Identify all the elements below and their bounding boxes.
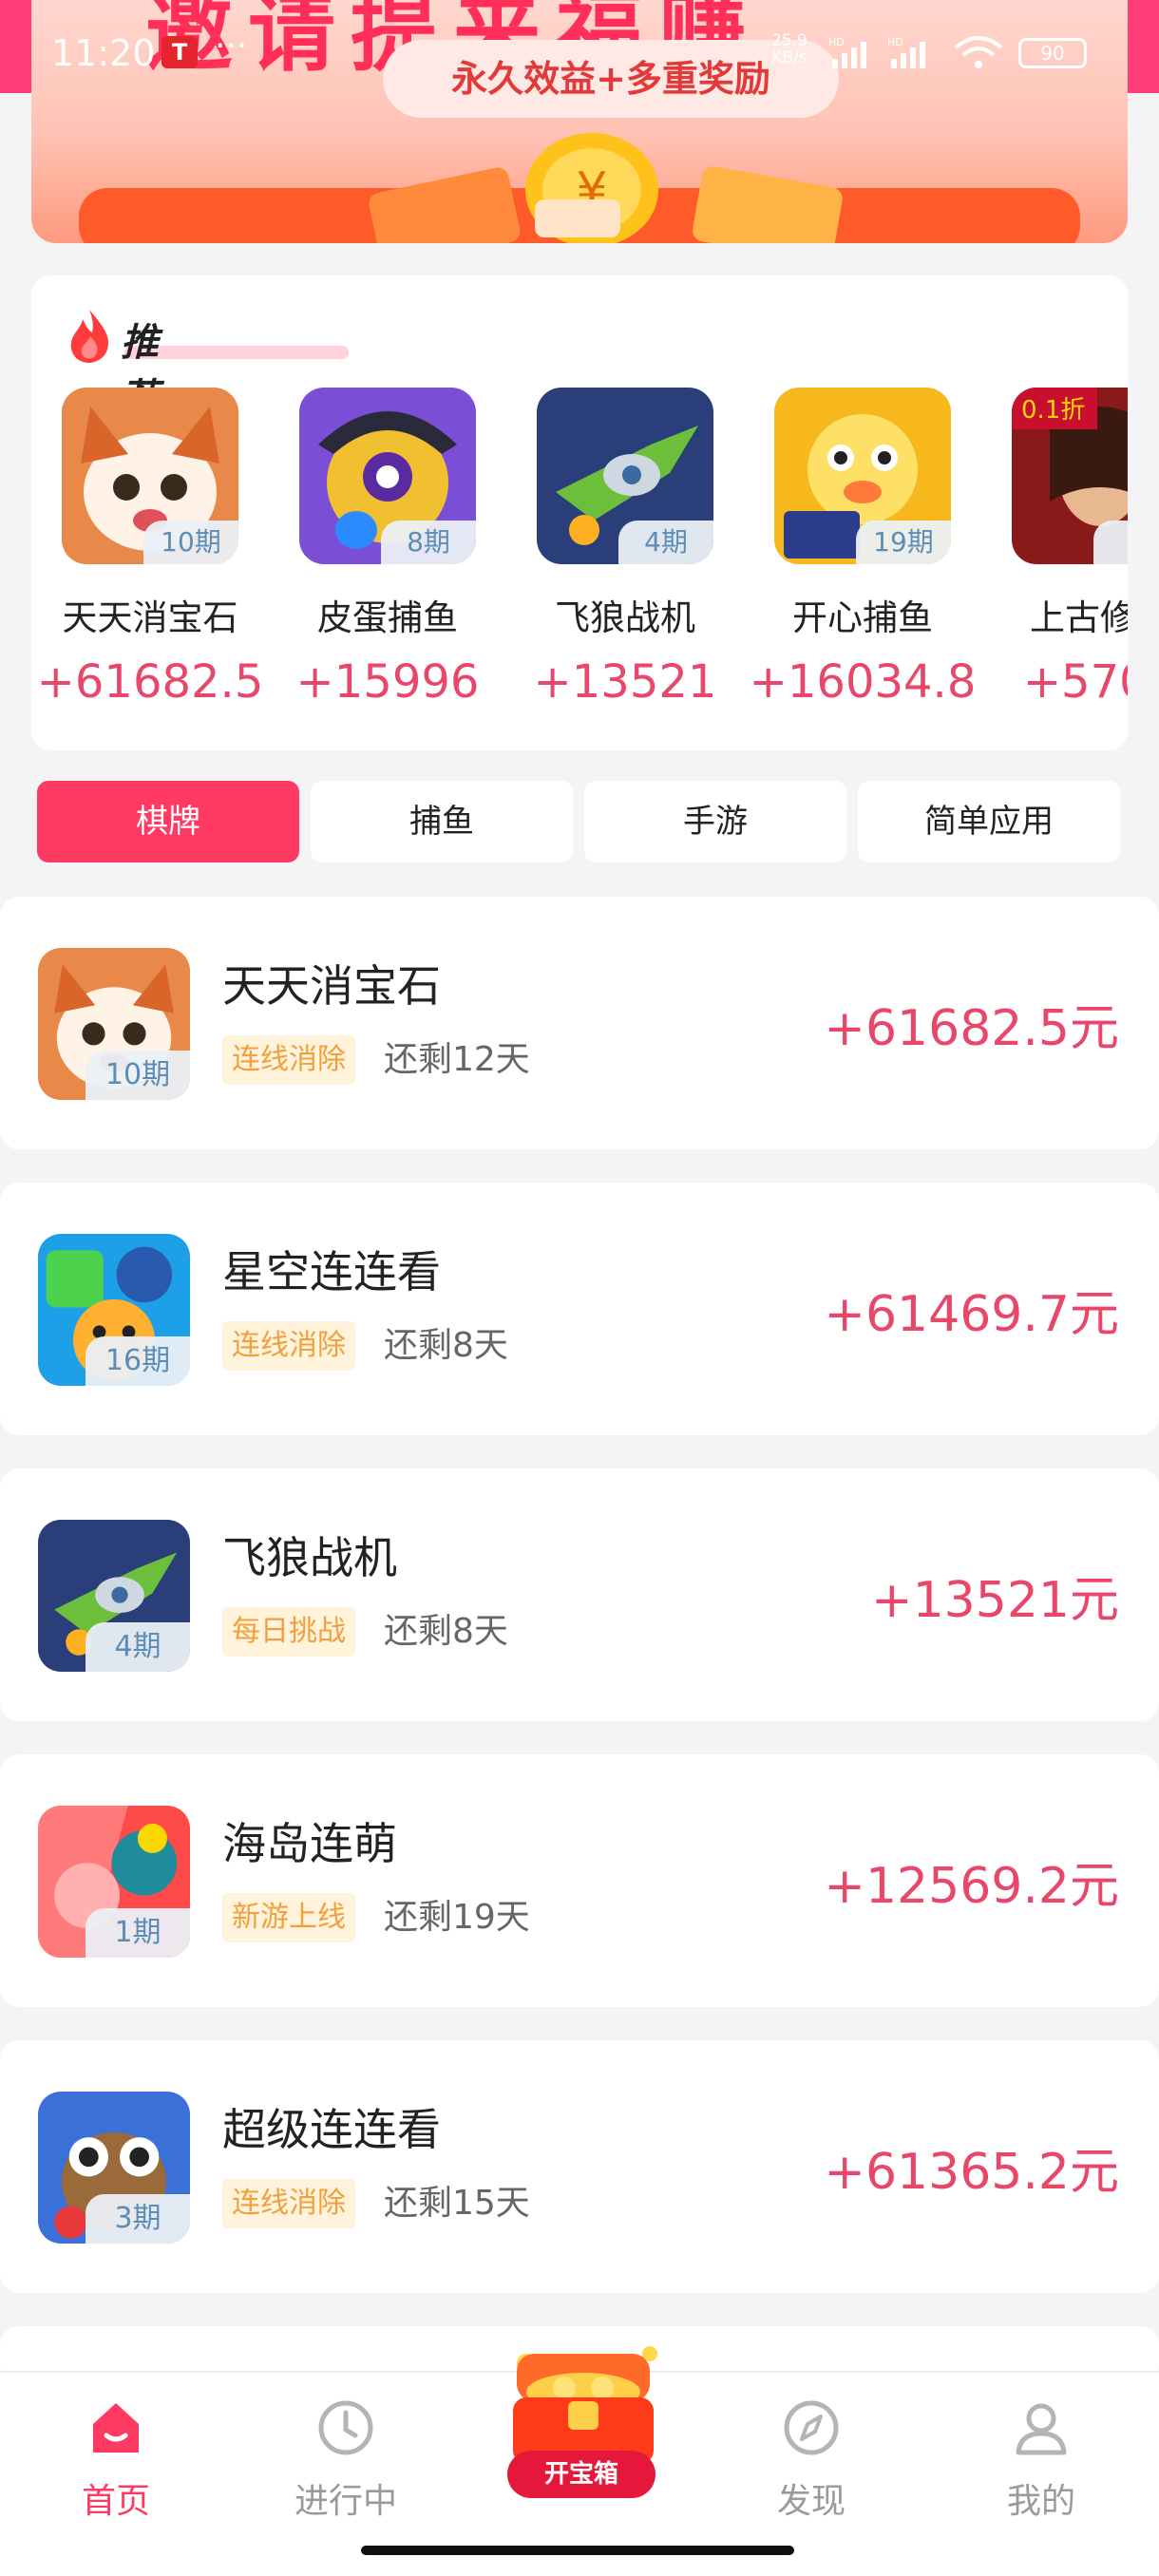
list-remaining: 还剩8天	[384, 1612, 508, 1651]
fox-game-icon: 10期	[62, 388, 238, 564]
rec-name: 天天消宝石	[62, 597, 238, 638]
rec-item[interactable]: 0.1折 9 上古修仙 +5708	[981, 388, 1128, 729]
list-tag: 连线消除	[222, 2179, 355, 2228]
nav-mine-label: 我的	[1006, 2482, 1075, 2521]
fighter-jet-icon: 4期	[537, 388, 713, 564]
open-chest-button[interactable]: 开宝箱	[507, 2451, 656, 2498]
list-period: 16期	[86, 1336, 190, 1386]
list-period: 10期	[86, 1051, 190, 1100]
list-tag: 每日挑战	[222, 1607, 355, 1657]
nav-home-label: 首页	[81, 2482, 150, 2521]
tab-chess-cards[interactable]: 棋牌	[37, 781, 299, 862]
fighter-jet-icon: 4期	[38, 1520, 190, 1672]
task-list-item[interactable]: 1期 海岛连萌 新游上线 还剩19天 +12569.2元	[0, 1754, 1159, 2007]
tab-simple-apps[interactable]: 简单应用	[858, 781, 1120, 862]
svg-text:0.1折: 0.1折	[1021, 396, 1085, 425]
rec-name: 开心捕鱼	[792, 597, 933, 638]
nav-ongoing-label: 进行中	[294, 2482, 397, 2521]
rec-item[interactable]: 4期 飞狼战机 +13521	[506, 388, 725, 729]
compass-icon	[784, 2400, 839, 2455]
nav-ongoing[interactable]: 进行中	[251, 2397, 441, 2530]
list-period: 1期	[86, 1908, 190, 1958]
rec-period: 10期	[143, 521, 238, 564]
xianxia-icon: 0.1折 9	[1012, 388, 1128, 564]
rec-item[interactable]: 10期 天天消宝石 +61682.5	[31, 388, 263, 729]
list-tag: 连线消除	[222, 1035, 355, 1085]
fox-game-icon: 10期	[38, 948, 190, 1100]
rec-amount: +61682.5	[36, 655, 264, 709]
svg-text:HD: HD	[887, 36, 903, 48]
rec-name: 皮蛋捕鱼	[317, 597, 458, 638]
pirate-fish-icon: 8期	[299, 388, 476, 564]
task-list-item[interactable]: 16期 星空连连看 连线消除 还剩8天 +61469.7元	[0, 1183, 1159, 1435]
red-envelope-coins-icon: ¥	[369, 133, 843, 243]
list-tag: 新游上线	[222, 1893, 355, 1942]
task-list-item[interactable]: 10期 天天消宝石 连线消除 还剩12天 +61682.5元	[0, 897, 1159, 1149]
puffer-fish-icon: 19期	[774, 388, 951, 564]
home-icon	[93, 2403, 139, 2453]
list-amount: +61365.2元	[824, 2144, 1119, 2201]
task-list-item[interactable]: 3期 超级连连看 连线消除 还剩15天 +61365.2元	[0, 2040, 1159, 2293]
animal-match-icon: 16期	[38, 1234, 190, 1386]
flame-icon	[70, 310, 109, 363]
nav-home[interactable]: 首页	[21, 2397, 211, 2530]
rec-name: 飞狼战机	[555, 597, 695, 638]
list-name: 超级连连看	[222, 2104, 441, 2155]
nav-discover[interactable]: 发现	[716, 2397, 906, 2530]
rec-item[interactable]: 19期 开心捕鱼 +16034.8	[744, 388, 976, 729]
network-speed-value: 25.9	[771, 31, 808, 50]
list-amount: +61682.5元	[824, 1000, 1119, 1057]
network-speed-unit: KB/s	[771, 48, 808, 67]
rec-name: 上古修仙	[1030, 597, 1128, 638]
nav-mine[interactable]: 我的	[946, 2397, 1136, 2530]
island-match-icon: 1期	[38, 1806, 190, 1958]
list-name: 天天消宝石	[222, 960, 441, 1012]
rec-period: 9	[1093, 521, 1128, 564]
nav-discover-label: 发现	[776, 2482, 846, 2521]
list-name: 星空连连看	[222, 1246, 441, 1297]
rec-period: 19期	[856, 521, 951, 564]
status-time: 11:20	[51, 32, 156, 74]
wifi-icon	[954, 36, 1003, 68]
list-tag: 连线消除	[222, 1321, 355, 1371]
more-notifications-icon: ···	[215, 27, 248, 66]
rec-amount: +5708	[1022, 655, 1128, 709]
clock-icon	[318, 2400, 373, 2455]
rec-period: 4期	[618, 521, 713, 564]
rec-amount: +16034.8	[749, 655, 977, 709]
owl-match-icon: 3期	[38, 2092, 190, 2244]
list-period: 3期	[86, 2194, 190, 2244]
recommended-tasks-card: 推荐任务 10期 天天消宝石 +61682.5 8期 皮蛋捕鱼 +15996 4…	[31, 275, 1128, 750]
tab-fishing[interactable]: 捕鱼	[311, 781, 573, 862]
list-name: 海岛连萌	[222, 1818, 397, 1869]
list-remaining: 还剩15天	[384, 2184, 530, 2223]
rec-item[interactable]: 8期 皮蛋捕鱼 +15996	[269, 388, 487, 729]
tesla-app-icon: T	[162, 36, 198, 68]
list-remaining: 还剩12天	[384, 1040, 530, 1079]
list-name: 飞狼战机	[222, 1532, 397, 1583]
list-amount: +12569.2元	[824, 1858, 1119, 1915]
user-icon	[1016, 2403, 1067, 2455]
network-speed: 25.9 KB/s	[771, 32, 808, 66]
home-indicator	[361, 2546, 794, 2555]
battery-icon: 90	[1018, 38, 1087, 68]
list-remaining: 还剩8天	[384, 1326, 508, 1365]
task-list-item[interactable]: 4期 飞狼战机 每日挑战 还剩8天 +13521元	[0, 1468, 1159, 1721]
list-period: 4期	[86, 1622, 190, 1672]
rec-amount: +15996	[295, 655, 480, 709]
rec-amount: +13521	[533, 655, 717, 709]
list-remaining: 还剩19天	[384, 1898, 530, 1937]
signal-icon: HD	[828, 36, 866, 68]
list-amount: +13521元	[871, 1572, 1119, 1629]
status-bar: 11:20 T ··· 25.9 KB/s HD HD 90	[0, 0, 1159, 104]
svg-text:HD: HD	[828, 36, 845, 48]
rec-period: 8期	[381, 521, 476, 564]
signal-2-icon: HD	[887, 36, 925, 68]
list-amount: +61469.7元	[824, 1286, 1119, 1343]
tab-mobile-games[interactable]: 手游	[584, 781, 846, 862]
